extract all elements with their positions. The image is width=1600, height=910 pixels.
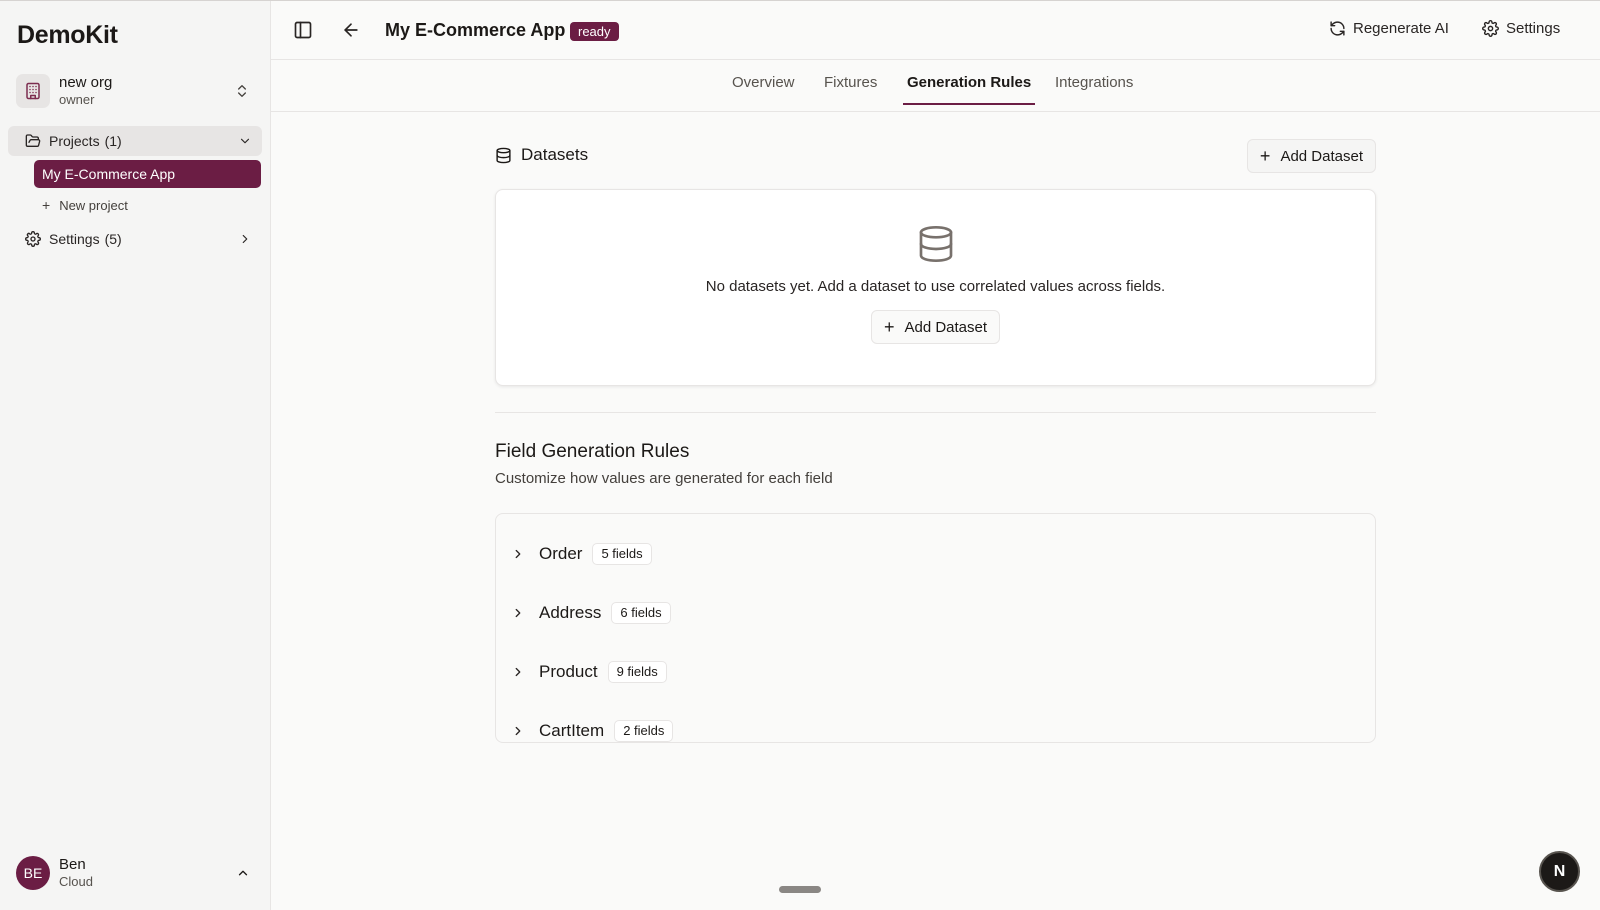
settings-label: Settings: [1506, 20, 1561, 37]
tab-generation-rules[interactable]: Generation Rules: [903, 74, 1036, 105]
tab-integrations[interactable]: Integrations: [1051, 74, 1137, 103]
new-project-button[interactable]: + New project: [42, 197, 128, 213]
rule-row-product[interactable]: Product 9 fields: [496, 642, 1375, 701]
datasets-empty-state: No datasets yet. Add a dataset to use co…: [495, 189, 1376, 386]
refresh-icon: [1329, 20, 1346, 37]
sidebar: DemoKit new org owner Projects (1) My E-…: [0, 1, 271, 910]
page-title: My E-Commerce App: [385, 20, 566, 40]
avatar: BE: [16, 856, 50, 890]
scroll-handle[interactable]: [779, 886, 821, 893]
add-dataset-label: Add Dataset: [1280, 147, 1363, 165]
chevron-down-icon: [238, 134, 252, 148]
section-divider: [495, 412, 1376, 413]
settings-button[interactable]: Settings: [1482, 20, 1560, 37]
chevron-right-icon: [511, 724, 525, 738]
chevron-right-icon: [511, 665, 525, 679]
datasets-header: Datasets + Add Dataset: [495, 139, 1376, 173]
user-name: Ben: [59, 855, 86, 873]
floating-action-button[interactable]: N: [1539, 851, 1580, 892]
rules-subtitle: Customize how values are generated for e…: [495, 470, 833, 487]
rule-row-cartitem[interactable]: CartItem 2 fields: [496, 701, 1375, 760]
sidebar-item-label: Settings: [49, 231, 100, 247]
user-menu[interactable]: BE Ben Cloud: [16, 854, 256, 892]
generation-rules-panel: Datasets + Add Dataset No datasets yet. …: [495, 139, 1376, 743]
rule-row-address[interactable]: Address 6 fields: [496, 583, 1375, 642]
plus-icon: +: [883, 317, 895, 337]
tab-fixtures[interactable]: Fixtures: [820, 74, 881, 103]
new-project-label: New project: [59, 197, 128, 213]
add-dataset-button[interactable]: + Add Dataset: [1246, 139, 1376, 173]
database-icon: [495, 147, 512, 164]
rules-list: Order 5 fields Address 6 fields Product …: [495, 513, 1376, 743]
brand-logo: DemoKit: [17, 21, 118, 49]
regenerate-ai-button[interactable]: Regenerate AI: [1329, 20, 1449, 37]
gear-icon: [25, 231, 41, 247]
org-name: new org: [59, 73, 113, 91]
status-badge: ready: [570, 22, 619, 41]
database-icon: [916, 224, 956, 264]
sidebar-toggle-icon[interactable]: [293, 20, 313, 40]
org-switcher[interactable]: new org owner: [16, 71, 256, 111]
folder-open-icon: [25, 133, 41, 149]
field-count-badge: 2 fields: [614, 719, 674, 742]
user-plan: Cloud: [59, 874, 93, 890]
sidebar-item-projects[interactable]: Projects (1): [8, 126, 262, 156]
org-role: owner: [59, 92, 95, 108]
sidebar-item-active-project[interactable]: My E-Commerce App: [34, 160, 261, 188]
chevron-right-icon: [238, 232, 252, 246]
rules-title: Field Generation Rules: [495, 441, 690, 462]
chevron-right-icon: [511, 606, 525, 620]
rule-model-name: Address: [539, 602, 602, 622]
tab-overview[interactable]: Overview: [728, 74, 799, 103]
settings-count: (5): [104, 231, 122, 247]
chevron-right-icon: [511, 547, 525, 561]
add-dataset-label: Add Dataset: [904, 318, 988, 336]
rule-model-name: Order: [539, 543, 583, 563]
plus-icon: +: [42, 197, 51, 213]
datasets-title: Datasets: [521, 145, 589, 164]
gear-icon: [1482, 20, 1499, 37]
empty-state-text: No datasets yet. Add a dataset to use co…: [705, 278, 1166, 295]
regenerate-label: Regenerate AI: [1353, 20, 1449, 37]
field-count-badge: 5 fields: [592, 542, 652, 565]
rule-model-name: Product: [539, 661, 598, 681]
main-area: My E-Commerce App ready Regenerate AI Se…: [271, 1, 1600, 910]
chevron-up-icon: [236, 866, 250, 880]
building-icon: [16, 74, 50, 108]
back-arrow-icon[interactable]: [341, 20, 361, 40]
tab-bar: Overview Fixtures Generation Rules Integ…: [271, 60, 1600, 112]
sidebar-item-label: Projects: [49, 133, 100, 149]
top-bar: My E-Commerce App ready Regenerate AI Se…: [271, 1, 1600, 60]
field-count-badge: 9 fields: [607, 660, 667, 683]
rule-row-order[interactable]: Order 5 fields: [496, 524, 1375, 583]
empty-add-dataset-button[interactable]: + Add Dataset: [870, 310, 1001, 344]
app-shell: DemoKit new org owner Projects (1) My E-…: [0, 0, 1600, 910]
sidebar-item-settings[interactable]: Settings (5): [8, 224, 262, 254]
plus-icon: +: [1259, 146, 1271, 166]
projects-count: (1): [104, 133, 122, 149]
rule-model-name: CartItem: [539, 720, 605, 740]
field-count-badge: 6 fields: [611, 601, 671, 624]
chevrons-up-down-icon: [234, 82, 250, 105]
